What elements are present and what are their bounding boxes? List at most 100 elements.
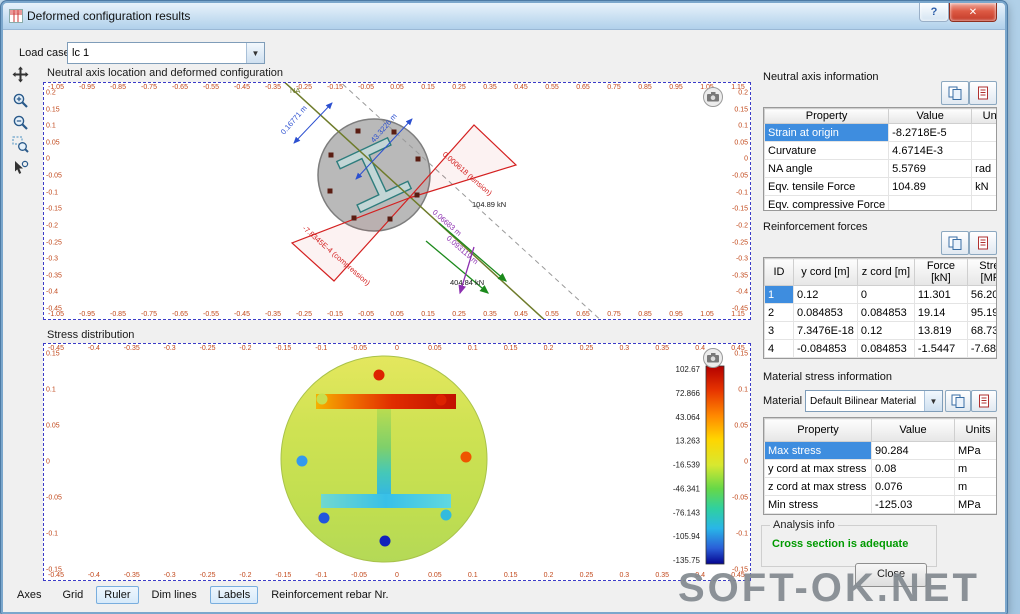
rebar-dot <box>415 156 421 162</box>
zoom-in-icon <box>13 93 28 108</box>
snapshot-camera-button[interactable] <box>702 347 724 369</box>
neutral-axis-section-title: Neutral axis information <box>763 71 879 83</box>
column-header[interactable]: Stress [MPa] <box>966 258 996 286</box>
load-case-dropdown[interactable]: lc 1 ▼ <box>67 42 265 64</box>
stress-plot: 102.67 72.866 43.064 13.263 -16.539 -46.341 -7… <box>43 343 751 581</box>
reinforcement-section-title: Reinforcement forces <box>763 221 868 233</box>
rebar-dot <box>351 215 357 221</box>
colorbar-label: -76.143 <box>673 508 701 517</box>
table-row[interactable]: Max stress 90.284 MPa <box>764 441 996 460</box>
column-header[interactable]: Units <box>971 108 996 124</box>
plot-annotation: 404.84 kN <box>450 278 484 287</box>
close-button[interactable]: ✕ <box>949 3 997 22</box>
stress-colorbar <box>705 365 725 565</box>
zoom-window-button[interactable] <box>9 133 31 155</box>
toggle-grid[interactable]: Grid <box>54 586 91 604</box>
colorbar-label: -135.75 <box>673 556 701 565</box>
plot-annotation: 104.89 kN <box>472 200 506 209</box>
column-header[interactable]: Property <box>764 108 890 124</box>
plot-annotation: NA <box>290 86 300 95</box>
material-export-button[interactable] <box>971 390 997 412</box>
colorbar-label: -105.94 <box>673 532 701 541</box>
load-case-label: Load case <box>19 47 70 59</box>
camera-icon <box>703 348 723 368</box>
app-icon <box>9 9 23 23</box>
copy-icon <box>948 86 962 100</box>
column-header[interactable]: Force [kN] <box>913 258 968 286</box>
toggle-labels[interactable]: Labels <box>209 586 259 604</box>
material-section-title: Material stress information <box>763 371 892 383</box>
toggle-ruler[interactable]: Ruler <box>96 586 139 604</box>
toggle-axes[interactable]: Axes <box>9 586 49 604</box>
reinforcement-table: IDy cord [m]z cord [m]Force [kN]Stress [… <box>763 257 997 359</box>
material-label: Material <box>763 395 803 407</box>
column-header[interactable]: Property <box>764 418 872 442</box>
colorbar-label: -46.341 <box>673 484 701 493</box>
copy-icon <box>951 394 965 408</box>
zoom-out-button[interactable] <box>9 111 31 133</box>
colorbar-label: 43.064 <box>676 413 701 422</box>
column-header[interactable]: Value <box>871 418 955 442</box>
table-row[interactable]: z cord at max stress 0.076 m <box>764 477 996 496</box>
plot-annotation: 0.06683 m <box>431 208 464 238</box>
help-button[interactable]: ? <box>919 3 949 22</box>
rebar-dot <box>440 509 452 521</box>
table-row[interactable]: Min stress -125.03 MPa <box>764 495 996 514</box>
export-report-icon <box>979 394 989 408</box>
table-row[interactable]: y cord at max stress 0.08 m <box>764 459 996 478</box>
table-row[interactable]: 4-0.0848530.084853-1.5447-7.6825 <box>764 339 996 358</box>
rebar-dot <box>318 512 330 524</box>
zoom-in-button[interactable] <box>9 89 31 111</box>
pan-button[interactable] <box>9 63 31 85</box>
rebar-dot <box>328 152 334 158</box>
table-row[interactable]: NA angle 5.5769 rad <box>764 159 996 178</box>
rebar-dot <box>327 188 333 194</box>
column-header[interactable]: ID <box>764 258 794 286</box>
analysis-status-text: Cross section is adequate <box>772 538 909 550</box>
column-header[interactable]: Units <box>954 418 996 442</box>
toggle-reinforcement-rebar-nr-[interactable]: Reinforcement rebar Nr. <box>263 586 396 604</box>
table-row[interactable]: Curvature 4.6714E-3 <box>764 141 996 160</box>
analysis-info-group: Analysis info Cross section is adequate <box>761 519 937 567</box>
rebar-dot <box>391 129 397 135</box>
ibeam-web <box>377 409 391 494</box>
column-header[interactable]: y cord [m] <box>793 258 858 286</box>
table-row[interactable]: Eqv. tensile Force 104.89 kN <box>764 177 996 196</box>
colorbar-label: -16.539 <box>673 461 701 470</box>
deformed-plot: NA 43.3226 m 0.16771 m 0.000618 (tension) -7… <box>43 82 751 320</box>
table-row[interactable]: 10.12011.30156.206 <box>764 285 996 304</box>
stress-plot-title: Stress distribution <box>47 329 135 341</box>
dialog-window: Deformed configuration results ? ✕ Load … <box>1 1 1007 614</box>
table-row[interactable]: Eqv. compressive Force <box>764 195 996 210</box>
reinforcement-copy-button[interactable] <box>941 231 969 255</box>
na-copy-button[interactable] <box>941 81 969 105</box>
table-row[interactable]: Strain at origin -8.2718E-5 <box>764 123 996 142</box>
analysis-info-title: Analysis info <box>770 519 838 531</box>
na-export-button[interactable] <box>969 81 997 105</box>
rebar-dot <box>296 455 308 467</box>
copy-icon <box>948 236 962 250</box>
title-bar[interactable]: Deformed configuration results ? ✕ <box>3 3 1005 30</box>
material-table: Property Value Units Max stress 90.284 MPa y c… <box>763 417 997 515</box>
plot-annotation: 0.16771 m <box>279 104 309 137</box>
zoom-window-icon <box>12 136 29 153</box>
column-header[interactable]: z cord [m] <box>856 258 915 286</box>
rebar-dot <box>414 192 420 198</box>
zoom-extents-button[interactable] <box>9 157 31 179</box>
column-header[interactable]: Value <box>888 108 973 124</box>
chevron-down-icon: ▼ <box>246 43 264 63</box>
table-row[interactable]: 37.3476E-180.1213.81968.732 <box>764 321 996 340</box>
material-dropdown[interactable]: Default Bilinear Material ▼ <box>805 390 943 412</box>
snapshot-camera-button[interactable] <box>702 86 724 108</box>
rebar-dot <box>460 451 472 463</box>
colorbar-label: 102.67 <box>676 365 701 374</box>
ibeam-top-flange <box>316 394 456 409</box>
reinforcement-export-button[interactable] <box>969 231 997 255</box>
table-row[interactable]: 20.0848530.08485319.1495.195 <box>764 303 996 322</box>
watermark: SOFT-OK.NET <box>678 566 980 610</box>
export-report-icon <box>978 236 988 250</box>
toggle-dim-lines[interactable]: Dim lines <box>144 586 205 604</box>
material-copy-button[interactable] <box>945 390 971 412</box>
desktop-background: FileAnalysisSettingsHelp Deformed config… <box>0 0 1020 614</box>
export-report-icon <box>978 86 988 100</box>
